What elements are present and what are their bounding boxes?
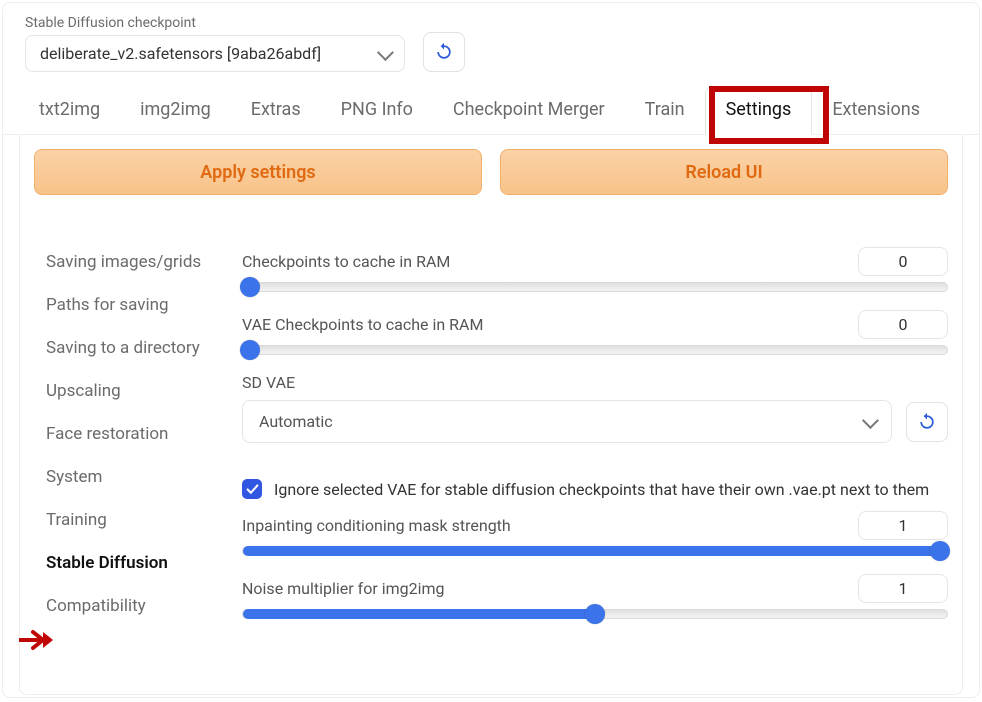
reload-ui-button[interactable]: Reload UI [500, 149, 948, 195]
ckpt-cache-label: Checkpoints to cache in RAM [242, 252, 450, 271]
ignore-vae-checkbox[interactable] [242, 479, 262, 499]
ckpt-cache-slider[interactable] [242, 282, 948, 292]
slider-thumb[interactable] [240, 340, 260, 360]
sidebar-item-saving-images[interactable]: Saving images/grids [46, 251, 212, 274]
refresh-icon [917, 412, 937, 432]
slider-thumb[interactable] [585, 604, 605, 624]
inpaint-mask-value[interactable]: 1 [858, 511, 948, 540]
tab-img2img[interactable]: img2img [120, 87, 231, 134]
settings-side-nav: Saving images/grids Paths for saving Sav… [34, 247, 212, 637]
sd-vae-value: Automatic [259, 412, 333, 431]
ignore-vae-label: Ignore selected VAE for stable diffusion… [274, 480, 929, 499]
sidebar-item-saving-dir[interactable]: Saving to a directory [46, 337, 212, 360]
sidebar-item-paths[interactable]: Paths for saving [46, 294, 212, 317]
sidebar-item-upscaling[interactable]: Upscaling [46, 380, 212, 403]
refresh-checkpoint-button[interactable] [423, 32, 465, 72]
noise-mult-slider[interactable] [242, 609, 948, 619]
main-tabs: txt2img img2img Extras PNG Info Checkpoi… [3, 86, 979, 135]
tab-checkpoint-merger[interactable]: Checkpoint Merger [433, 87, 625, 134]
chevron-down-icon [377, 44, 394, 61]
apply-settings-button[interactable]: Apply settings [34, 149, 482, 195]
noise-mult-label: Noise multiplier for img2img [242, 579, 445, 598]
checkpoint-label: Stable Diffusion checkpoint [25, 15, 405, 31]
tab-train[interactable]: Train [625, 87, 705, 134]
sidebar-item-compatibility[interactable]: Compatibility [46, 595, 212, 618]
tab-pnginfo[interactable]: PNG Info [321, 87, 433, 134]
annotation-arrow-icon [19, 629, 53, 651]
vae-cache-value[interactable]: 0 [858, 310, 948, 339]
checkpoint-dropdown[interactable]: deliberate_v2.safetensors [9aba26abdf] [25, 35, 405, 72]
inpaint-mask-slider[interactable] [242, 546, 948, 556]
ckpt-cache-value[interactable]: 0 [858, 247, 948, 276]
sd-vae-label: SD VAE [242, 373, 948, 392]
tab-extensions[interactable]: Extensions [812, 87, 940, 134]
sd-vae-dropdown[interactable]: Automatic [242, 400, 892, 443]
noise-mult-value[interactable]: 1 [858, 574, 948, 603]
inpaint-mask-label: Inpainting conditioning mask strength [242, 516, 511, 535]
sidebar-item-stable-diffusion[interactable]: Stable Diffusion [46, 552, 212, 575]
tab-extras[interactable]: Extras [231, 87, 321, 134]
tab-txt2img[interactable]: txt2img [19, 87, 120, 134]
sidebar-item-face-restoration[interactable]: Face restoration [46, 423, 212, 446]
refresh-vae-button[interactable] [906, 402, 948, 442]
refresh-icon [434, 42, 454, 62]
slider-thumb[interactable] [930, 541, 950, 561]
tab-settings[interactable]: Settings [705, 86, 813, 135]
check-icon [246, 483, 259, 496]
checkpoint-value: deliberate_v2.safetensors [9aba26abdf] [40, 44, 321, 63]
chevron-down-icon [862, 412, 879, 429]
vae-cache-slider[interactable] [242, 345, 948, 355]
slider-thumb[interactable] [240, 277, 260, 297]
vae-cache-label: VAE Checkpoints to cache in RAM [242, 315, 483, 334]
sidebar-item-system[interactable]: System [46, 466, 212, 489]
sidebar-item-training[interactable]: Training [46, 509, 212, 532]
